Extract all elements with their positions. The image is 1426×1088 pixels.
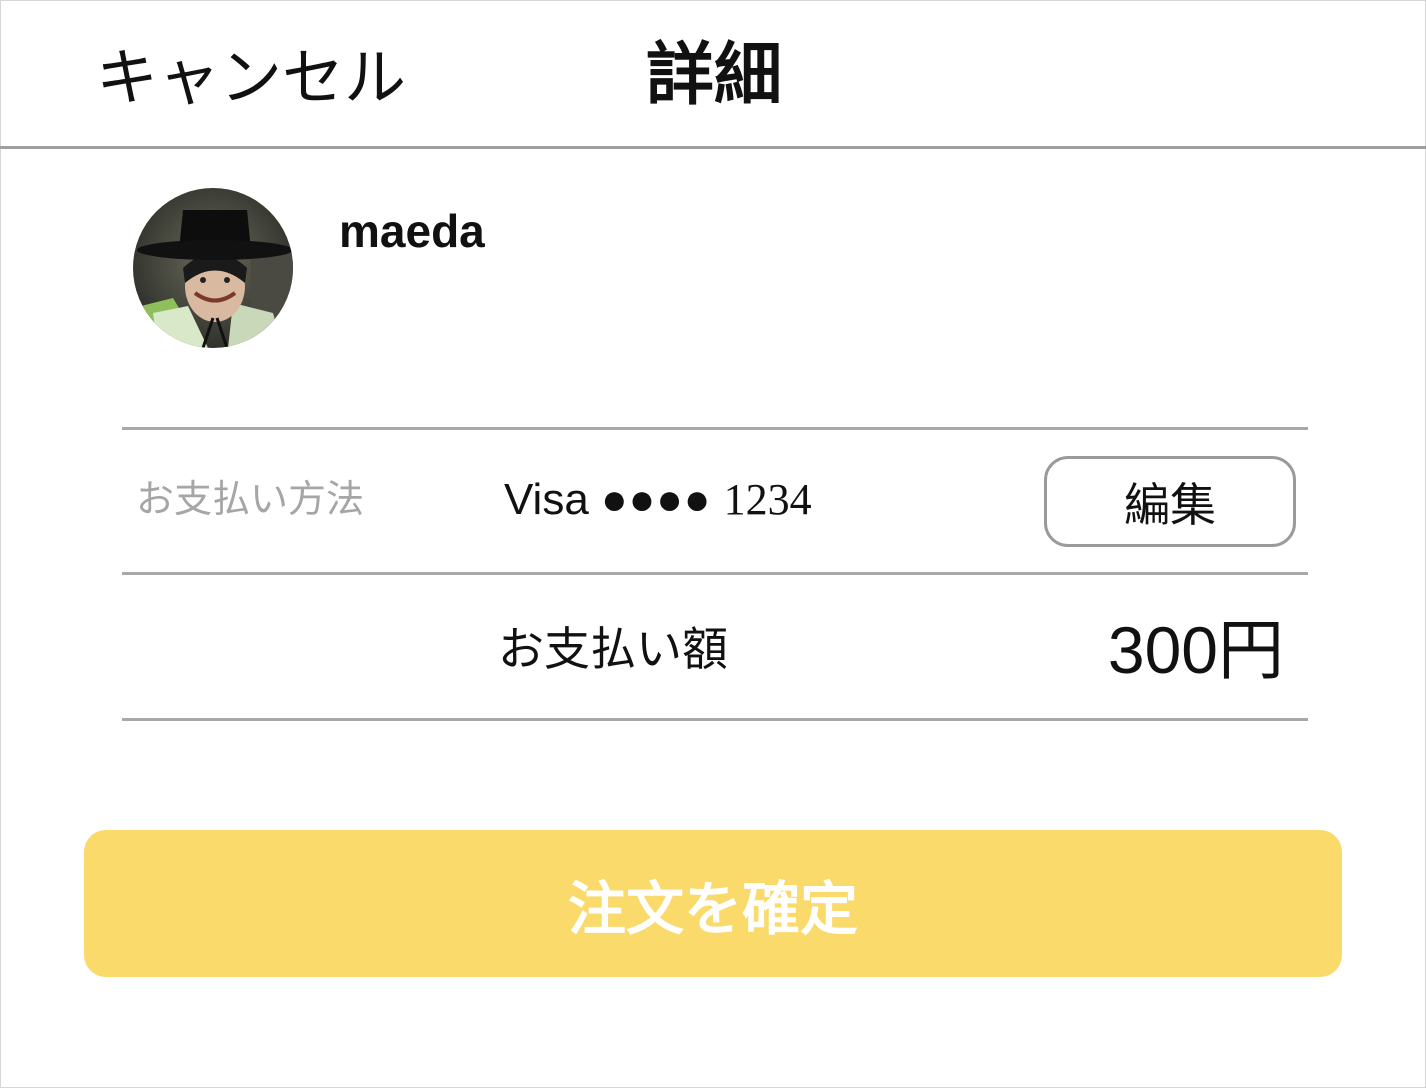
payment-method-label: お支払い方法 <box>136 477 365 521</box>
avatar <box>133 188 293 348</box>
amount-currency: 円 <box>1218 612 1284 689</box>
amount-value: 300円 <box>1108 612 1284 689</box>
amount-label: お支払い額 <box>498 622 728 676</box>
card-brand: Visa <box>504 475 589 524</box>
card-mask: ●●●● <box>601 475 712 524</box>
edit-payment-button[interactable]: 編集 <box>1044 456 1296 547</box>
username: maeda <box>339 205 485 257</box>
avatar-photo <box>133 188 293 348</box>
confirm-order-button[interactable]: 注文を確定 <box>84 830 1342 977</box>
divider <box>122 427 1308 430</box>
divider <box>122 718 1308 721</box>
nav-header: キャンセル 詳細 <box>0 0 1426 149</box>
cancel-button[interactable]: キャンセル <box>96 38 406 118</box>
amount-number: 300 <box>1107 613 1218 687</box>
divider <box>122 572 1308 575</box>
card-info: Visa ●●●● 1234 <box>504 472 812 528</box>
card-last4: 1234 <box>723 475 812 524</box>
page-title: 詳細 <box>646 36 783 115</box>
